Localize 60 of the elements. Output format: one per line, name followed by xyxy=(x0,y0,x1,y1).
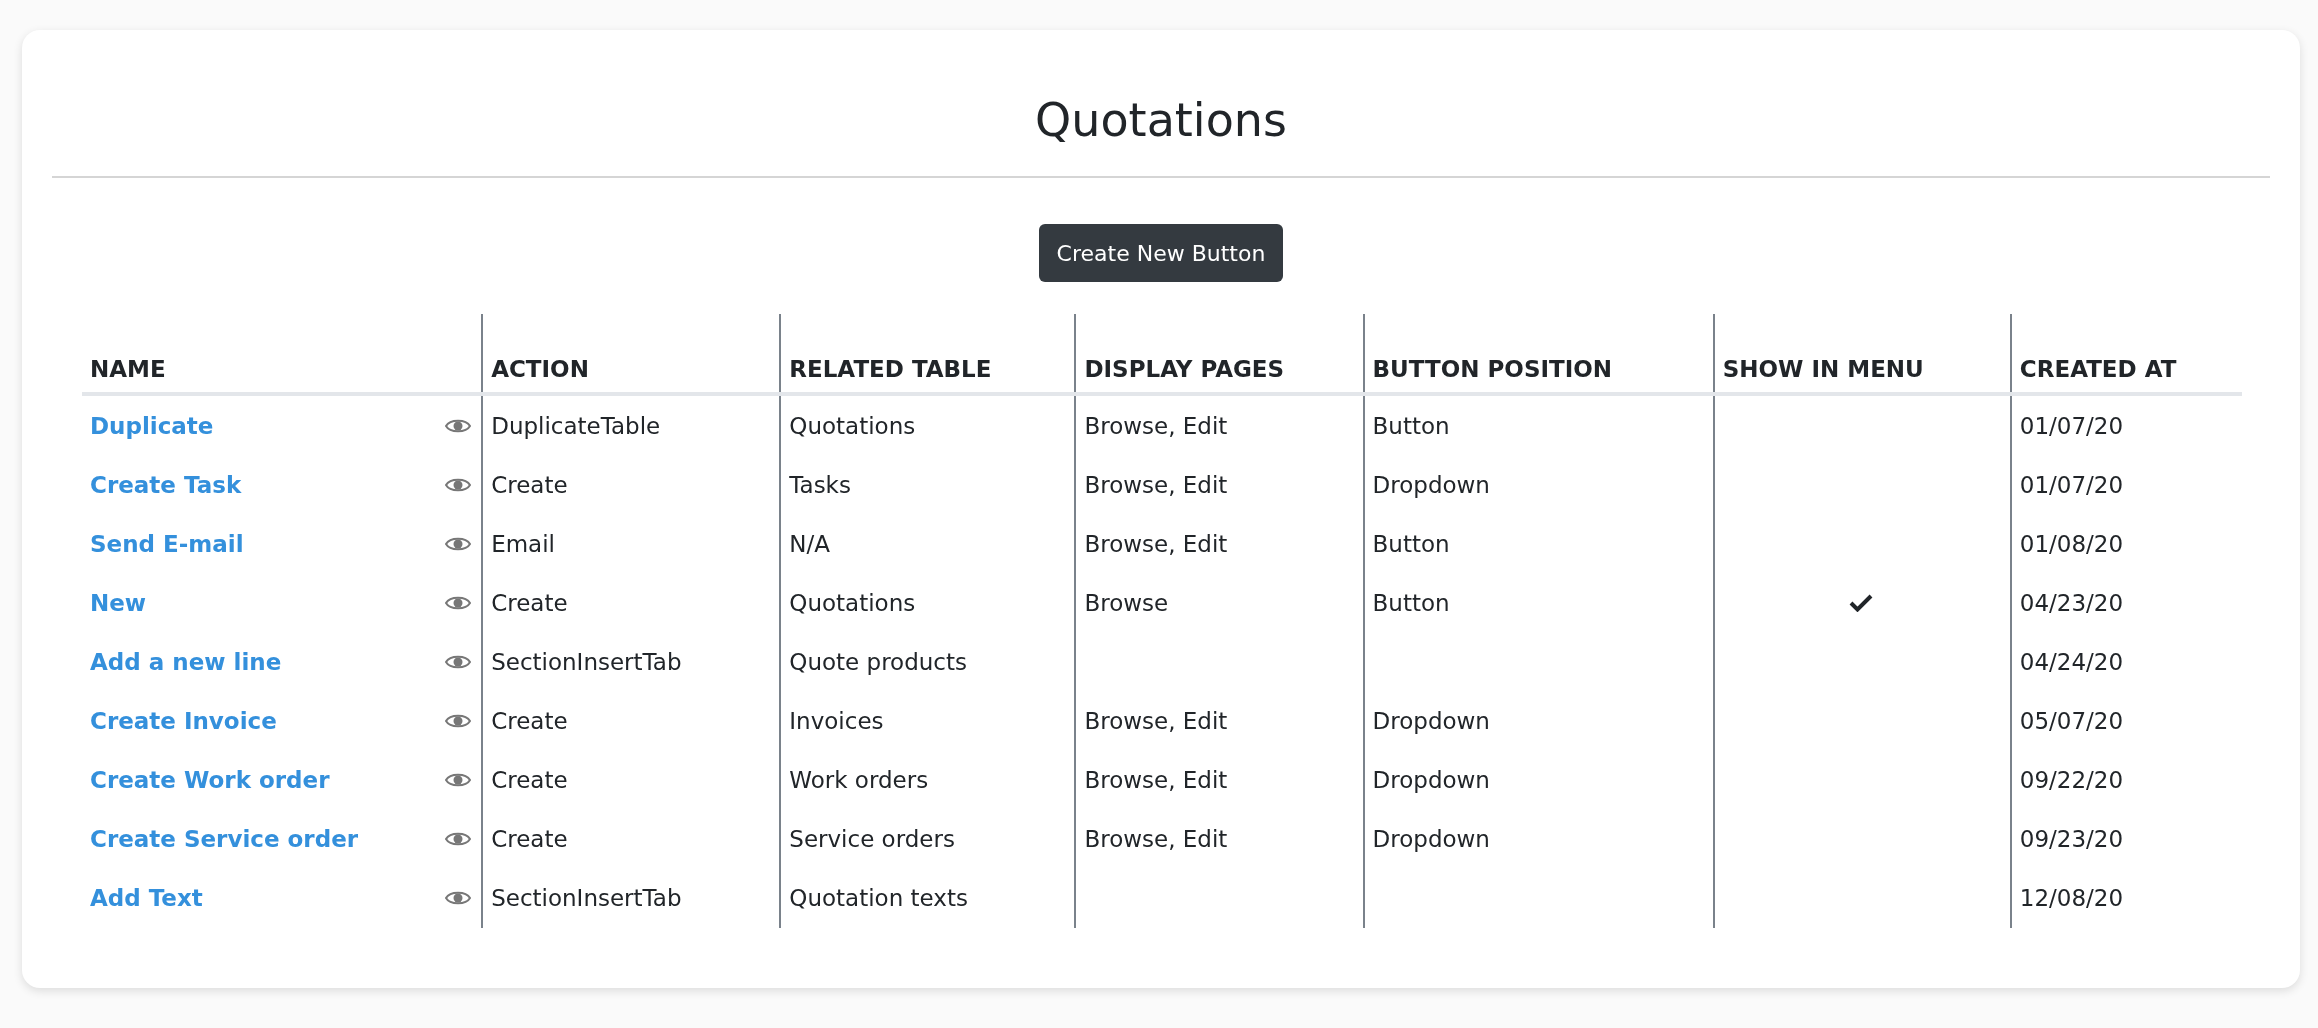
table-cell: 09/22/20 xyxy=(2010,750,2242,809)
table-cell: Create xyxy=(482,750,781,809)
button-name-link[interactable]: New xyxy=(90,589,147,616)
column-header: DISPLAY PAGES xyxy=(1075,314,1364,394)
table-cell: Create xyxy=(482,809,781,868)
table-cell: 05/07/20 xyxy=(2010,691,2242,750)
button-name-link[interactable]: Create Invoice xyxy=(90,707,277,734)
table-cell: Browse xyxy=(1075,573,1364,632)
table-cell: Button xyxy=(1363,394,1714,455)
table-cell: Quotations xyxy=(780,573,1076,632)
button-name-link[interactable]: Create Work order xyxy=(90,766,330,793)
button-name-link[interactable]: Add Text xyxy=(90,885,203,911)
table-cell: DuplicateTable xyxy=(482,394,781,455)
table-cell: Button xyxy=(1363,573,1714,632)
button-name-link[interactable]: Create Task xyxy=(90,471,242,498)
table-cell: Dropdown xyxy=(1363,809,1714,868)
table-cell: 12/08/20 xyxy=(2010,868,2242,928)
table-cell: 04/23/20 xyxy=(2010,573,2242,632)
table-cell: Email xyxy=(482,514,781,573)
table-cell: Create xyxy=(482,455,781,514)
table-cell: Browse, Edit xyxy=(1075,455,1364,514)
table-cell: Quotations xyxy=(780,394,1076,455)
table-cell: 01/07/20 xyxy=(2010,455,2242,514)
column-header: NAME xyxy=(82,314,483,394)
column-header: CREATED AT xyxy=(2010,314,2242,394)
page-title: Quotations xyxy=(1034,92,1288,149)
table-cell: Button xyxy=(1363,514,1714,573)
table-cell: Browse, Edit xyxy=(1075,514,1364,573)
table-cell: Service orders xyxy=(780,809,1076,868)
table-cell: Browse, Edit xyxy=(1075,750,1364,809)
button-name-link[interactable]: Send E-mail xyxy=(90,530,244,557)
table-cell: Dropdown xyxy=(1363,691,1714,750)
table-cell: N/A xyxy=(780,514,1076,573)
column-header: ACTION xyxy=(482,314,781,394)
button-name-link[interactable]: Add a new line xyxy=(90,648,282,675)
table-cell: SectionInsertTab xyxy=(482,632,781,691)
table-cell: Create xyxy=(482,691,781,750)
table-cell: Dropdown xyxy=(1363,455,1714,514)
button-name-link[interactable]: Duplicate xyxy=(90,412,214,439)
table-cell: 04/24/20 xyxy=(2010,632,2242,691)
table-cell: Browse, Edit xyxy=(1075,809,1364,868)
table-cell: 01/08/20 xyxy=(2010,514,2242,573)
table-cell: Dropdown xyxy=(1363,750,1714,809)
button-name-link[interactable]: Create Service order xyxy=(90,825,359,852)
table-cell: Quote products xyxy=(780,632,1076,691)
create-new-button[interactable]: Create New Button xyxy=(1038,224,1284,282)
table-cell: SectionInsertTab xyxy=(482,868,781,928)
table-cell: 09/23/20 xyxy=(2010,809,2242,868)
table-cell: 01/07/20 xyxy=(2010,394,2242,455)
column-header: RELATED TABLE xyxy=(780,314,1076,394)
table-cell: Work orders xyxy=(780,750,1076,809)
table-cell: Tasks xyxy=(780,455,1076,514)
column-header: BUTTON POSITION xyxy=(1363,314,1714,394)
table-cell: Browse, Edit xyxy=(1075,691,1364,750)
table-cell: Invoices xyxy=(780,691,1076,750)
eye-icon[interactable] xyxy=(445,889,472,907)
table-cell: Browse, Edit xyxy=(1075,394,1364,455)
table-cell: Create xyxy=(482,573,781,632)
column-header: SHOW IN MENU xyxy=(1713,314,2011,394)
table-cell: Quotation texts xyxy=(780,868,1076,928)
